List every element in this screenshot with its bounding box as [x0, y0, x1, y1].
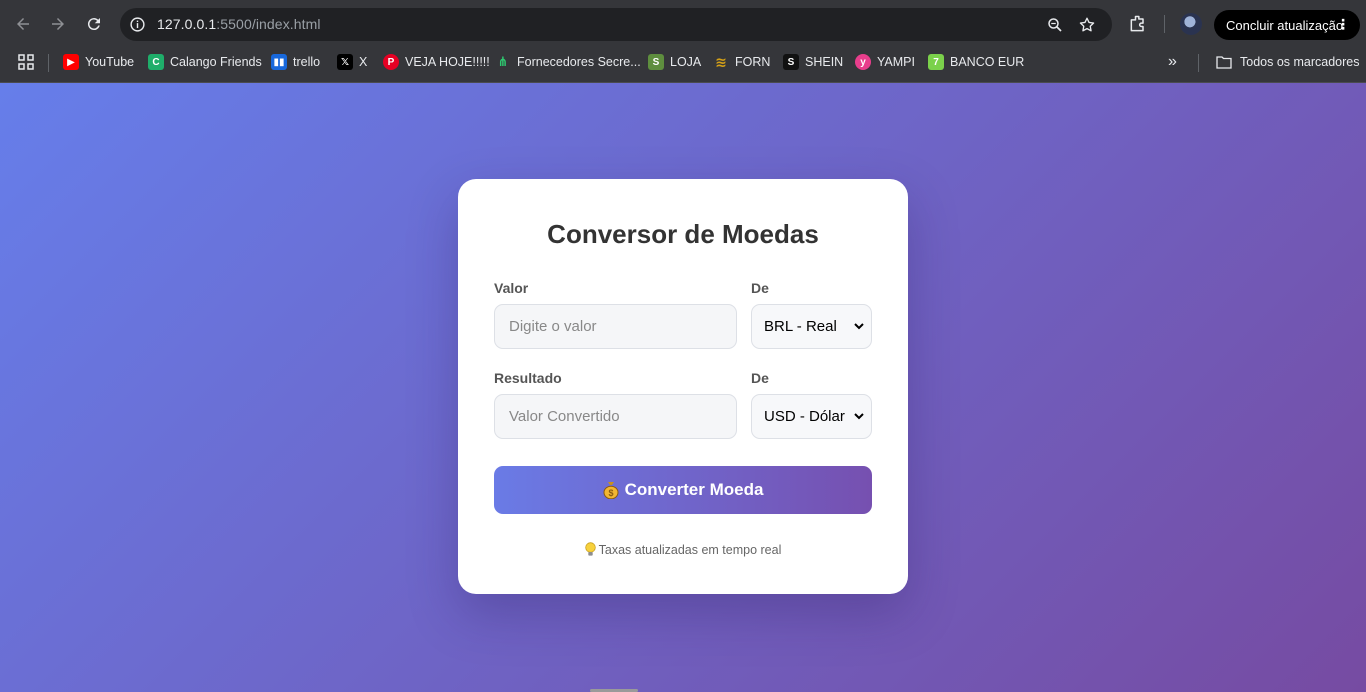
bookmark-label: X: [359, 55, 368, 69]
value-input[interactable]: [494, 304, 737, 349]
zoom-icon[interactable]: [1046, 16, 1064, 34]
bookmark-x[interactable]: 𝕏 X: [337, 51, 367, 73]
address-bar[interactable]: 127.0.0.1:5500/index.html: [120, 8, 1112, 41]
bookmark-youtube[interactable]: ▶ YouTube: [63, 51, 134, 73]
shopify-icon: S: [648, 54, 664, 70]
bookmark-veja-hoje[interactable]: P VEJA HOJE!!!!!: [383, 51, 490, 73]
converter-card: Conversor de Moedas Valor De BRL - Real …: [458, 179, 908, 594]
bookmark-label: Calango Friends: [170, 55, 262, 69]
bookmark-label: YAMPI: [877, 55, 915, 69]
trello-icon: ▮▮: [271, 54, 287, 70]
convert-button[interactable]: $ Converter Moeda: [494, 466, 872, 514]
url-text: 127.0.0.1:5500/index.html: [157, 16, 321, 32]
bookmark-yampi[interactable]: y YAMPI: [855, 51, 915, 73]
bookmark-label: BANCO EUR: [950, 55, 1025, 69]
bookmark-calango-friends[interactable]: C Calango Friends: [148, 51, 262, 73]
shein-icon: S: [783, 54, 799, 70]
toolbar-divider: [1164, 15, 1165, 33]
page-background: Conversor de Moedas Valor De BRL - Real …: [0, 83, 1366, 692]
extensions-icon[interactable]: [1128, 14, 1148, 34]
bookmark-label: YouTube: [85, 55, 135, 69]
update-button[interactable]: Concluir atualização ⋮: [1214, 10, 1360, 40]
bookmark-label: SHEIN: [805, 55, 844, 69]
update-button-label: Concluir atualização: [1226, 17, 1344, 33]
share-icon: ⋔: [497, 54, 509, 69]
from-currency-select[interactable]: BRL - Real: [751, 304, 872, 349]
result-label: Resultado: [494, 370, 562, 386]
rates-info: Taxas atualizadas em tempo real: [458, 542, 908, 557]
apps-grid-icon[interactable]: [18, 54, 34, 70]
bookmarks-divider: [1198, 54, 1199, 72]
bookmark-shein[interactable]: S SHEIN: [783, 51, 843, 73]
bookmark-label: trello: [293, 55, 321, 69]
all-bookmarks-folder[interactable]: Todos os marcadores: [1216, 51, 1360, 73]
wise-icon: 7: [928, 54, 944, 70]
bookmark-fornecedores[interactable]: ⋔ Fornecedores Secre...: [495, 51, 641, 73]
profile-avatar[interactable]: [1180, 13, 1202, 35]
folder-icon: [1216, 56, 1232, 69]
svg-text:$: $: [608, 488, 613, 498]
from-currency-label: De: [751, 280, 769, 296]
calango-icon: C: [148, 54, 164, 70]
bookmark-forn[interactable]: ≋ FORN: [713, 51, 770, 73]
value-label: Valor: [494, 280, 529, 296]
page-title: Conversor de Moedas: [547, 219, 819, 249]
wing-icon: ≋: [715, 53, 727, 70]
chevron-down-icon: [853, 409, 865, 423]
convert-button-label: Converter Moeda: [624, 480, 764, 499]
all-bookmarks-label: Todos os marcadores: [1240, 55, 1360, 69]
bookmark-label: LOJA: [670, 55, 702, 69]
bookmark-banco-eur[interactable]: 7 BANCO EUR: [928, 51, 1024, 73]
rates-info-text: Taxas atualizadas em tempo real: [598, 543, 782, 557]
forward-icon[interactable]: [45, 11, 71, 37]
chevron-down-icon: [853, 319, 865, 333]
reload-icon[interactable]: [81, 11, 107, 37]
more-bookmarks-icon[interactable]: »: [1168, 53, 1177, 71]
bookmarks-divider: [48, 54, 49, 72]
back-icon[interactable]: [10, 11, 36, 37]
lightbulb-icon: [584, 542, 596, 556]
pinterest-icon: P: [383, 54, 399, 70]
bookmark-label: Fornecedores Secre...: [517, 55, 641, 69]
x-icon: 𝕏: [337, 54, 353, 70]
to-currency-select[interactable]: USD - Dólar: [751, 394, 872, 439]
bookmark-trello[interactable]: ▮▮ trello: [271, 51, 320, 73]
to-currency-label: De: [751, 370, 769, 386]
bookmark-loja[interactable]: S LOJA: [648, 51, 701, 73]
menu-dots-icon[interactable]: ⋮: [1336, 17, 1350, 31]
yampi-icon: y: [855, 54, 871, 70]
site-info-icon[interactable]: [129, 16, 146, 33]
browser-toolbar: 127.0.0.1:5500/index.html Concluir atual…: [0, 0, 1366, 48]
money-bag-icon: $: [603, 482, 619, 499]
from-currency-value: BRL - Real: [764, 318, 837, 335]
to-currency-value: USD - Dólar: [764, 408, 845, 425]
result-input[interactable]: [494, 394, 737, 439]
youtube-icon: ▶: [63, 54, 79, 70]
bookmark-label: VEJA HOJE!!!!!: [405, 55, 490, 69]
bookmark-label: FORN: [735, 55, 771, 69]
bookmark-star-icon[interactable]: [1078, 16, 1096, 34]
